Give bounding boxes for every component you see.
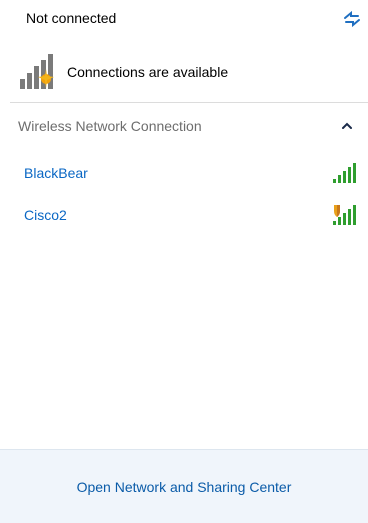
connections-available-label: Connections are available [67,64,229,80]
open-network-sharing-center-link[interactable]: Open Network and Sharing Center [77,479,292,495]
network-list: BlackBear Cisco2 [10,152,368,236]
connections-available-row: Connections are available [18,53,228,91]
signal-strength-shield-icon [332,204,360,226]
wireless-section-label: Wireless Network Connection [18,118,202,134]
network-flyout: Not connected Connections are available … [0,0,368,523]
network-name: BlackBear [24,165,88,181]
refresh-icon[interactable] [342,10,362,28]
connection-status-title: Not connected [26,10,117,26]
divider [10,102,368,103]
network-name: Cisco2 [24,207,67,223]
wireless-section-header[interactable]: Wireless Network Connection [10,114,362,138]
signal-strength-icon [332,162,360,184]
network-item-cisco2[interactable]: Cisco2 [10,194,368,236]
chevron-up-icon[interactable] [338,117,356,135]
network-item-blackbear[interactable]: BlackBear [10,152,368,194]
network-bars-star-icon [18,53,58,91]
footer: Open Network and Sharing Center [0,449,368,523]
